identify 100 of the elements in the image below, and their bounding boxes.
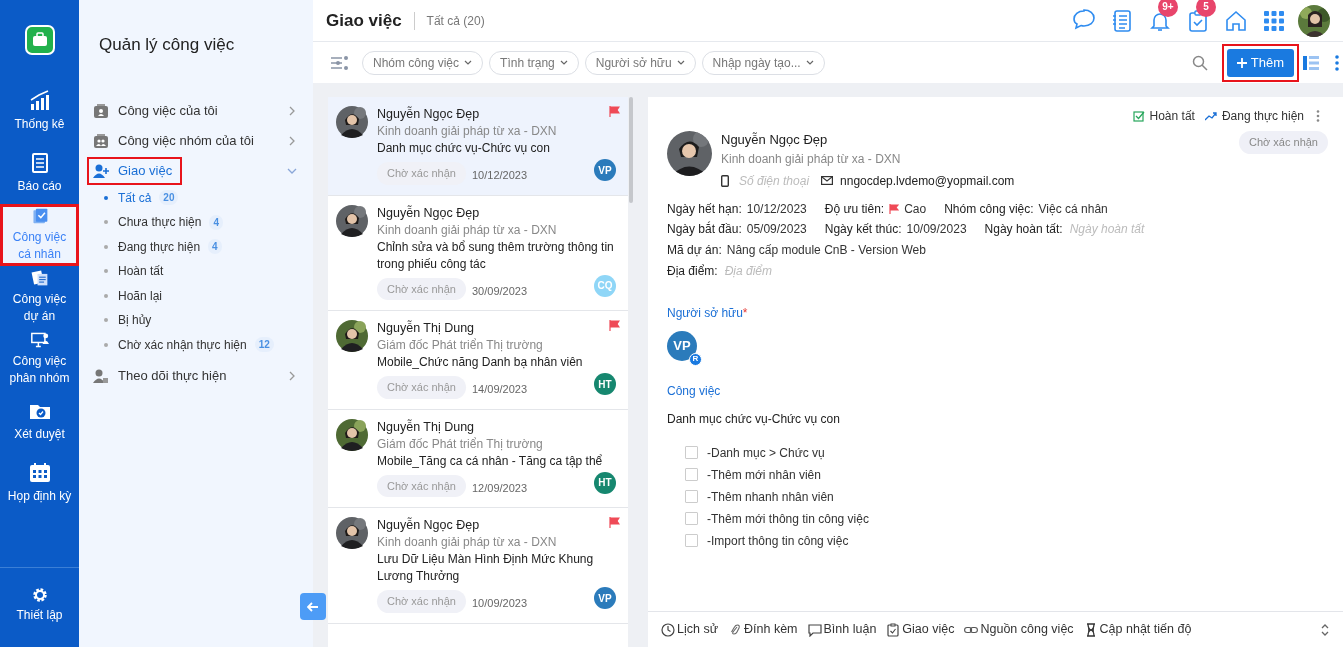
count-badge: 4 (209, 214, 223, 230)
checkbox[interactable] (685, 468, 698, 481)
filter-dropdown[interactable]: Nhóm công việc (362, 50, 484, 75)
collapse-sidebar-button[interactable] (300, 593, 326, 620)
clipboard-check-icon[interactable] (1186, 8, 1210, 33)
nav-item[interactable]: Báo cáo (0, 142, 79, 204)
nav-item[interactable]: Công việc cá nhân (0, 204, 79, 266)
required-mark: * (742, 305, 748, 320)
status-badge: Chờ xác nhận (377, 162, 466, 185)
field-value: Nâng cấp module CnB - Version Web (726, 241, 926, 259)
sidebar-subitem[interactable]: Hoãn lại (104, 283, 297, 308)
action-button[interactable]: Đang thực hiện (1204, 107, 1304, 125)
filter-dropdown[interactable]: Tình trạng (489, 50, 579, 75)
home-icon[interactable] (1224, 8, 1248, 33)
settings-icon (31, 587, 48, 603)
sidebar-item[interactable]: Giao việc (87, 156, 183, 185)
sidebar-item[interactable]: Công việc nhóm của tôi (87, 126, 264, 155)
search-icon[interactable] (1191, 54, 1208, 71)
department-text: Kinh doanh giải pháp từ xa - DXN (377, 534, 558, 551)
toolbar-tab[interactable]: Đính kèm (728, 620, 798, 639)
date-text: 10/12/2023 (472, 168, 528, 183)
nav-item[interactable]: Thống kê (0, 80, 79, 142)
department-text: Giám đốc Phát triển Thị trường (377, 337, 544, 354)
task-title: Chỉnh sửa và bổ sung thêm trường thông tin trong phiếu công tác (377, 238, 615, 273)
task-title: Danh mục chức vụ-Chức vụ con (377, 140, 551, 157)
page-subtitle: Tất cả (20) (426, 12, 485, 30)
nav-item[interactable]: Công việc dự án (0, 266, 79, 328)
status-badge: Chờ xác nhận (377, 277, 466, 300)
field-label: Ngày hết hạn: (667, 200, 742, 218)
calendar-icon (28, 461, 51, 484)
assignee-avatar[interactable]: VP (594, 159, 617, 182)
field-value: Cao (904, 200, 927, 218)
checkbox[interactable] (685, 446, 698, 459)
notification-badge: 9+ (1158, 0, 1178, 17)
filter-dropdown[interactable]: Nhập ngày tạo... (701, 50, 825, 75)
scrollbar-thumb[interactable] (629, 97, 634, 203)
field-label: Nhóm công việc: (944, 200, 1034, 218)
nav-item[interactable]: Họp định kỳ (0, 452, 79, 514)
sidebar-title: Quản lý công việc (98, 34, 236, 56)
chevron-right-icon[interactable] (287, 105, 297, 116)
status-badge: Chờ xác nhận (377, 376, 466, 399)
action-button[interactable]: Hoàn tất (1132, 107, 1195, 125)
checklist-item: -Thêm mới nhân viên (707, 466, 821, 484)
toolbar-tab[interactable]: Giao việc (886, 620, 955, 639)
person-name: Nguyễn Ngọc Đẹp (377, 204, 480, 221)
field-label: Ngày bắt đầu: (667, 220, 742, 238)
briefcase-team-icon (93, 132, 109, 149)
checklist-item: -Thêm mới thông tin công việc (707, 510, 869, 528)
field-value: Việc cá nhân (1038, 200, 1108, 218)
comment-icon (807, 622, 822, 637)
sidebar-subitem[interactable]: Bị hủy (104, 308, 297, 333)
list-view-icon[interactable] (1303, 55, 1319, 70)
date-text: 10/09/2023 (472, 596, 528, 611)
task-title: Mobile_Tăng ca cá nhân - Tăng ca tập thể (377, 452, 604, 470)
document-list-icon[interactable] (1110, 8, 1134, 33)
add-button[interactable]: Thêm (1226, 48, 1294, 77)
clipboard-check-icon (886, 622, 901, 637)
sidebar-item[interactable]: Theo dõi thực hiện (87, 362, 237, 390)
field-value: 05/09/2023 (746, 220, 807, 238)
chevron-right-icon[interactable] (287, 135, 297, 146)
toolbar-tab[interactable]: Nguồn công việc (964, 620, 1074, 639)
role-badge: R (689, 352, 702, 366)
department-text: Kinh doanh giải pháp từ xa - DXN (377, 221, 558, 239)
sidebar-item[interactable]: Công việc của tôi (87, 96, 228, 125)
task-card[interactable]: Nguyễn Ngọc Đẹp Kinh doanh giải pháp từ xa - DXN Danh mục chức vụ-Chức vụ con Chờ xác nhận 10/12/2023 VP (328, 97, 629, 196)
checkbox[interactable] (685, 534, 698, 547)
assignee-avatar[interactable]: HT (594, 373, 617, 396)
phone-icon (721, 174, 729, 187)
sidebar-subitem[interactable]: Chưa thực hiện 4 (104, 210, 297, 235)
app-grid-icon[interactable] (1262, 8, 1286, 33)
more-options-icon[interactable] (1316, 110, 1320, 122)
status-badge: Chờ xác nhận (1239, 131, 1328, 154)
checkbox[interactable] (685, 512, 698, 525)
section-label: Công việc (667, 382, 722, 400)
department-text: Giám đốc Phát triển Thị trường (377, 435, 544, 453)
person-name: Nguyễn Ngọc Đẹp (377, 106, 480, 122)
nav-item[interactable]: Thiết lập (0, 576, 79, 635)
chevron-right-icon[interactable] (287, 371, 297, 381)
chart-icon (28, 89, 51, 112)
filter-settings-icon[interactable] (331, 55, 349, 70)
assignee-avatar[interactable]: HT (594, 471, 617, 494)
checkbox[interactable] (685, 490, 698, 503)
more-options-icon[interactable] (1335, 54, 1339, 71)
date-text: 14/09/2023 (472, 382, 528, 397)
toolbar-tab[interactable]: Cập nhật tiến độ (1083, 620, 1192, 639)
filter-dropdown[interactable]: Người sở hữu (584, 50, 696, 75)
sidebar-subitem[interactable]: Hoàn tất (104, 259, 297, 284)
sidebar-subitem[interactable]: Đang thực hiện 4 (104, 234, 297, 259)
person-name: Nguyễn Ngọc Đẹp (721, 131, 828, 149)
expand-icon[interactable] (1321, 622, 1329, 637)
toolbar-tab[interactable]: Bình luận (807, 620, 877, 639)
chevron-down-icon (676, 59, 685, 66)
toolbar-tab[interactable]: Lịch sử (661, 620, 719, 639)
email-text: nngocdep.lvdemo@yopmail.com (840, 172, 1015, 190)
sidebar-subitem[interactable]: Tất cả 20 (104, 185, 297, 210)
nav-item[interactable]: Công việc phân nhóm (0, 328, 79, 390)
assignee-avatar[interactable]: VP (594, 587, 617, 610)
nav-item[interactable]: Xét duyệt (0, 390, 79, 452)
task-title: Danh mục chức vụ-Chức vụ con (667, 410, 841, 428)
sidebar-subitem[interactable]: Chờ xác nhận thực hiện 12 (104, 332, 297, 357)
